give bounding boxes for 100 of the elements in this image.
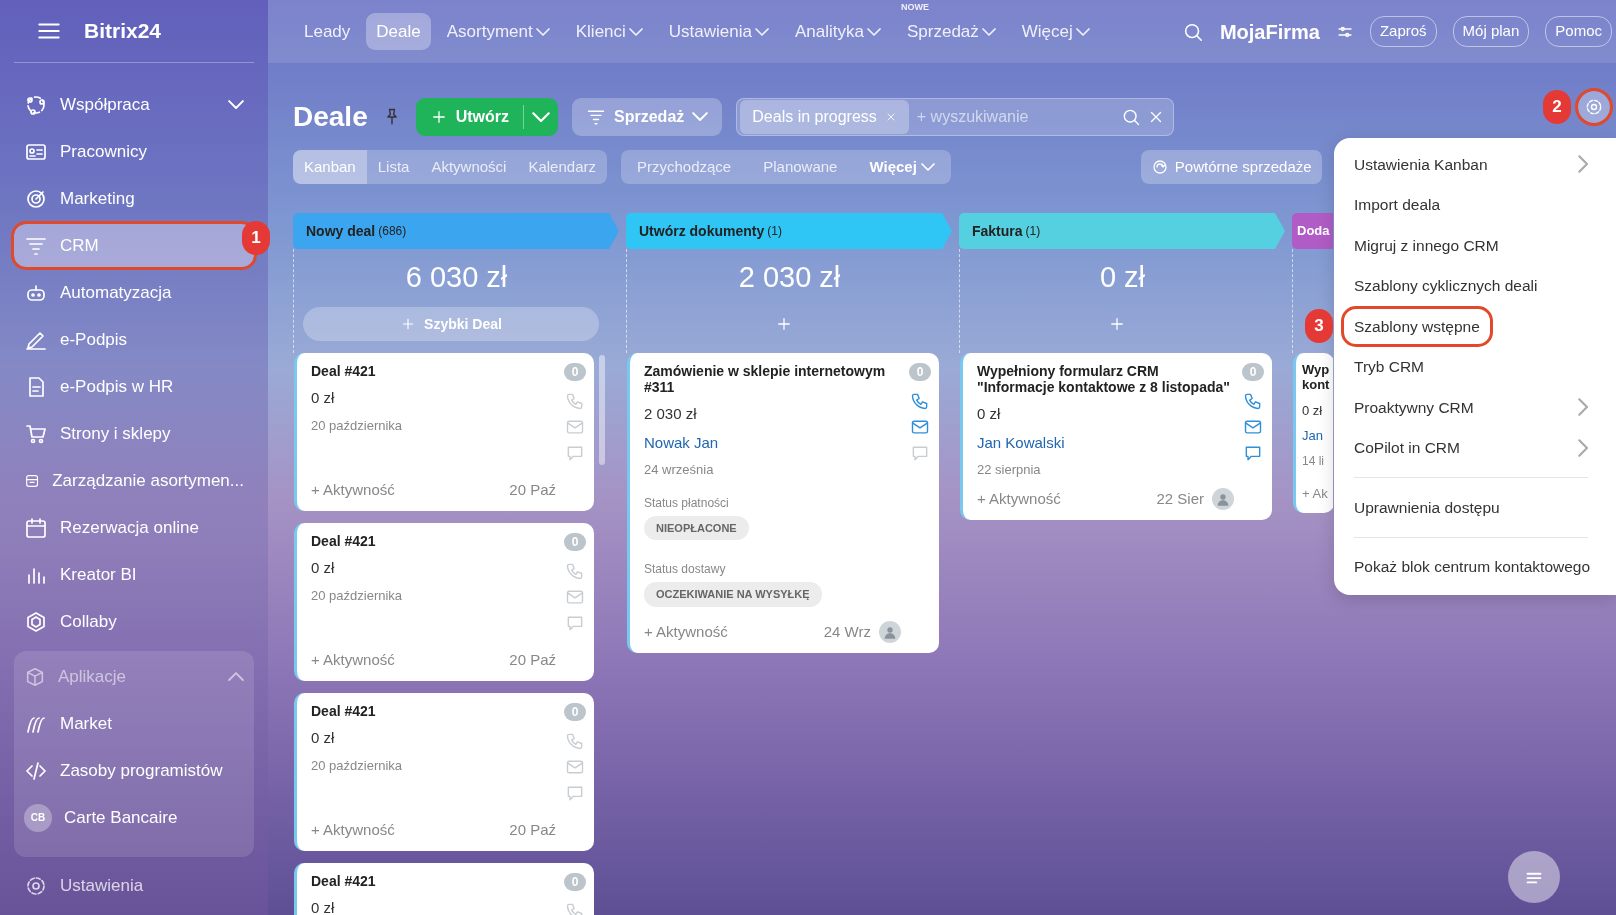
due-date: 22 Sier xyxy=(1156,488,1204,509)
deal-title[interactable]: Zamówienie w sklepie internetowym #311 xyxy=(644,363,901,396)
deal-amount: 2 030 zł xyxy=(644,404,698,425)
sidebar-item[interactable]: Marketing xyxy=(14,177,254,220)
deal-title[interactable]: Wypełniony formularz CRM "Informacje kontaktowe z 8 listopada" xyxy=(977,363,1234,396)
due-date: 20 Paź xyxy=(509,819,556,840)
menu-item[interactable]: Szablony cyklicznych deali xyxy=(1334,265,1616,306)
settings-item[interactable]: Ustawienia xyxy=(14,864,254,907)
nav-tab[interactable]: Analityka xyxy=(785,12,891,51)
menu-item[interactable]: Proaktywny CRM xyxy=(1334,387,1616,428)
create-button[interactable]: Utwórz xyxy=(415,98,559,136)
logo[interactable]: Bitrix24 xyxy=(84,15,162,47)
sidebar-item[interactable]: Współpraca xyxy=(14,83,254,126)
column-title: Nowy deal xyxy=(306,221,376,241)
header-button[interactable]: Mój plan xyxy=(1452,16,1530,47)
sidebar-item[interactable]: Zarządzanie asortymen... xyxy=(14,459,254,502)
sidebar-item[interactable]: e-Podpis w HR xyxy=(14,365,254,408)
deal-title[interactable]: Wyp kont xyxy=(1302,363,1333,393)
deal-card[interactable]: Zamówienie w sklepie internetowym #311 2 030 zł Nowak Jan 24 września Status płatności NIEOPŁACONE Status dostawy OCZEKIWANIE NA WYSYŁKĘ + Aktywność 24 Wrz 0 xyxy=(627,353,939,654)
menu-item[interactable]: Tryb CRM xyxy=(1334,346,1616,387)
pipeline-button[interactable]: Sprzedaż xyxy=(572,98,723,136)
filter-button[interactable]: Przychodzące xyxy=(621,149,748,185)
sidebar-item[interactable]: e-Podpis xyxy=(14,318,254,361)
sidebar-item[interactable]: Automatyzacja xyxy=(14,271,254,314)
repeat-sales-button[interactable]: Powtórne sprzedaże xyxy=(1140,149,1322,185)
contact-link[interactable]: Jan xyxy=(1302,426,1333,446)
sidebar-item[interactable]: Pracownicy xyxy=(14,130,254,173)
nav-tab[interactable]: Więcej xyxy=(1011,12,1100,51)
chevron-icon xyxy=(1075,27,1090,36)
contact-link[interactable]: Nowak Jan xyxy=(644,431,901,455)
phone-icon xyxy=(565,731,585,751)
chevron-icon xyxy=(535,27,550,36)
chat-icon xyxy=(910,443,930,463)
deal-card[interactable]: Deal #421 0 zł 0 xyxy=(294,863,594,915)
quick-deal-button[interactable]: Szybki Deal xyxy=(303,307,599,341)
deal-date: 20 października xyxy=(311,416,404,435)
add-activity-link[interactable]: + Aktywność xyxy=(311,818,502,841)
sidebar-item[interactable]: Rezerwacja online xyxy=(14,506,254,549)
floating-button[interactable] xyxy=(1508,851,1560,903)
settings-icon xyxy=(1584,97,1604,117)
plus-icon xyxy=(1108,315,1126,333)
filter-button[interactable]: Planowane xyxy=(747,149,854,185)
deal-card[interactable]: Wyp kont 0 zł Jan 14 li + Ak xyxy=(1293,353,1333,513)
settings-button[interactable] xyxy=(1578,91,1610,123)
nav-tab[interactable]: Ustawienia xyxy=(658,12,779,51)
counter-badge: 0 xyxy=(564,703,586,721)
sidebar-item[interactable]: Strony i sklepy xyxy=(14,412,254,455)
view-tab[interactable]: Aktywności xyxy=(420,149,518,185)
step-number: 1 xyxy=(242,221,270,255)
chevron-icon xyxy=(920,163,935,171)
sidebar-item[interactable]: Zasoby programistów xyxy=(14,749,254,792)
sidebar-item[interactable]: Market xyxy=(14,702,254,745)
menu-item[interactable]: Pokaż blok centrum kontaktowego xyxy=(1334,546,1616,587)
new-label: NOWE xyxy=(900,0,929,14)
apps-group-header[interactable]: Aplikacje xyxy=(14,655,254,698)
nav-tab[interactable]: Klienci xyxy=(565,12,653,51)
menu-item[interactable]: CoPilot in CRM xyxy=(1334,427,1616,468)
sidebar-item[interactable]: CB Carte Bancaire xyxy=(14,796,254,839)
add-activity-link[interactable]: + Aktywność xyxy=(311,478,502,501)
menu-item[interactable]: Szablony wstępne xyxy=(1334,306,1616,347)
nav-tab[interactable]: Leady xyxy=(294,12,361,51)
phone-icon xyxy=(1243,391,1263,411)
repeat-icon xyxy=(1150,158,1169,176)
menu-item[interactable]: Ustawienia Kanban xyxy=(1334,144,1616,185)
nav-tab[interactable]: Asortyment xyxy=(436,12,560,51)
add-activity-link[interactable]: + Ak xyxy=(1302,483,1333,503)
deal-card[interactable]: Deal #421 0 zł 20 października + Aktywność 20 Paź 0 xyxy=(294,523,594,681)
add-activity-link[interactable]: + Aktywność xyxy=(311,648,502,671)
chevron-icon xyxy=(532,111,551,123)
deal-card[interactable]: Deal #421 0 zł 20 października + Aktywność 20 Paź 0 xyxy=(294,693,594,851)
sidebar-item[interactable]: Kreator BI xyxy=(14,553,254,596)
deal-card[interactable]: Wypełniony formularz CRM "Informacje kontaktowe z 8 listopada" 0 zł Jan Kowalski 22 sierpnia + Aktywność 22 Sier 0 xyxy=(960,353,1272,521)
deal-title[interactable]: Deal #421 xyxy=(311,363,556,380)
filter-chip[interactable]: Deals in progress xyxy=(740,100,909,134)
add-activity-link[interactable]: + Aktywność xyxy=(977,487,1149,511)
filter-search-field[interactable]: Deals in progress + wyszukiwanie xyxy=(736,98,1175,136)
menu-item[interactable]: Import deala xyxy=(1334,184,1616,225)
deal-title[interactable]: Deal #421 xyxy=(311,533,556,550)
deal-title[interactable]: Deal #421 xyxy=(311,703,556,720)
scrollbar[interactable] xyxy=(599,355,605,465)
sidebar-item[interactable]: Collaby xyxy=(14,600,254,643)
add-activity-link[interactable]: + Aktywność xyxy=(644,620,816,644)
contact-link[interactable]: Jan Kowalski xyxy=(977,431,1234,455)
view-tab[interactable]: Lista xyxy=(366,149,421,185)
chevron-right-icon xyxy=(1577,438,1588,457)
column-count: (1) xyxy=(1025,223,1041,240)
filter-button[interactable]: Więcej xyxy=(853,149,951,185)
header-button[interactable]: Pomoc xyxy=(1545,16,1612,47)
header-button[interactable]: Zaproś xyxy=(1369,16,1437,47)
menu-item[interactable]: Uprawnienia dostępu xyxy=(1334,487,1616,528)
company-name[interactable]: MojaFirma xyxy=(1219,16,1320,47)
deal-date: 20 października xyxy=(311,586,404,605)
deal-card[interactable]: Deal #421 0 zł 20 października + Aktywność 20 Paź 0 xyxy=(294,353,594,511)
mail-icon xyxy=(565,757,585,777)
menu-item[interactable]: Migruj z innego CRM xyxy=(1334,225,1616,266)
phone-icon xyxy=(565,561,585,581)
nav-tab[interactable]: Deale xyxy=(366,12,431,51)
column-count: (1) xyxy=(767,223,782,240)
view-tab[interactable]: Kalendarz xyxy=(517,149,607,185)
deal-title[interactable]: Deal #421 xyxy=(311,873,556,890)
